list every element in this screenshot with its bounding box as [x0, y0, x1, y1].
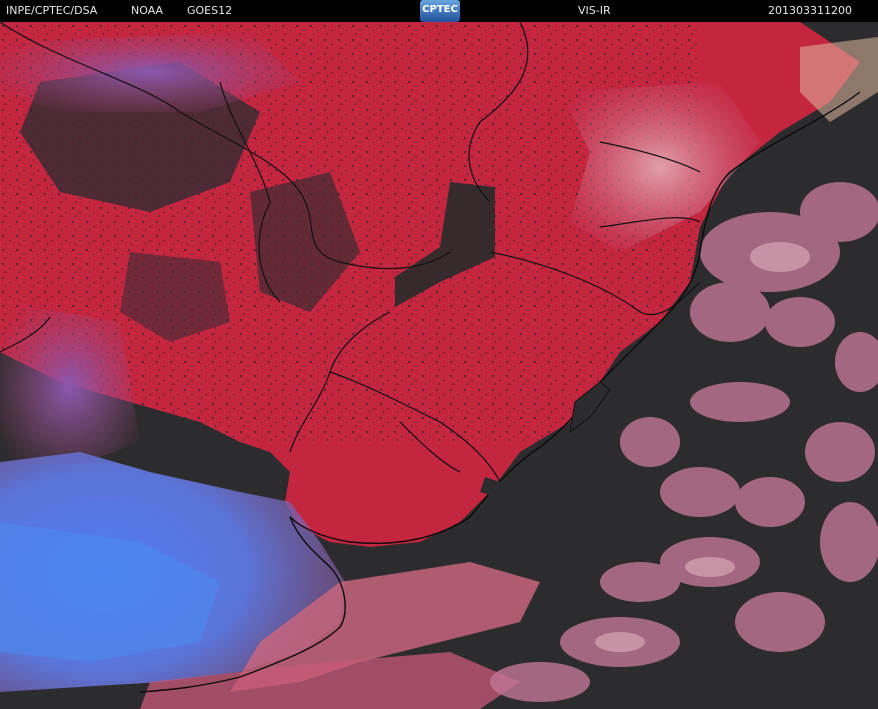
- satellite-map: [0, 22, 878, 709]
- satellite-label: GOES12: [187, 4, 233, 17]
- satellite-image: [0, 22, 878, 709]
- agency-label: NOAA: [131, 4, 164, 17]
- channel-label: VIS-IR: [578, 4, 611, 17]
- header-bar: INPE/CPTEC/DSA NOAA GOES12 CPTEC VIS-IR …: [0, 0, 878, 22]
- source-label: INPE/CPTEC/DSA: [6, 4, 98, 17]
- timestamp-label: 201303311200: [768, 4, 852, 17]
- cptec-logo: CPTEC: [420, 0, 460, 22]
